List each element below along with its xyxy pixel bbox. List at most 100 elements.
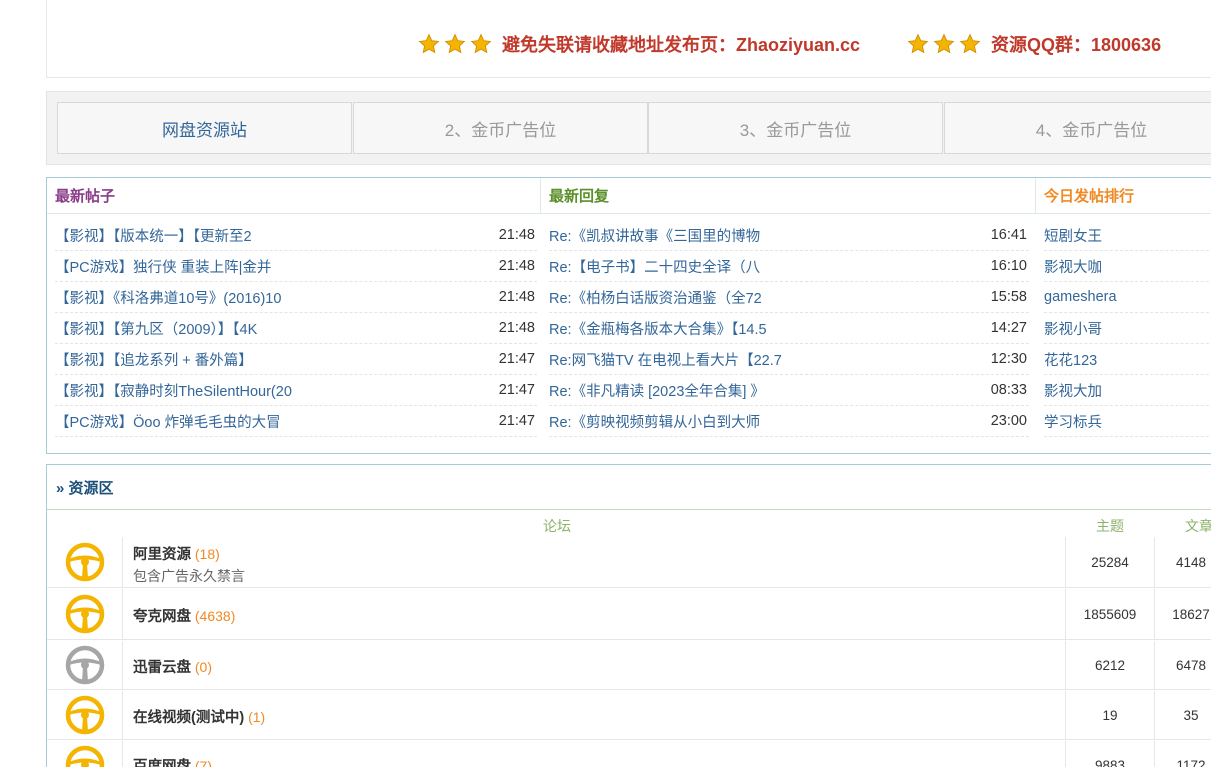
post-time: 21:47 <box>498 382 535 398</box>
reply-link[interactable]: Re:【电子书】二十四史全译（八 <box>549 256 760 277</box>
latest-panel: 最新帖子 最新回复 今日发帖排行 【影视】【版本统一】【更新至2 21:48 【P… <box>46 177 1211 454</box>
forum-threads: 1855609 <box>1065 589 1155 639</box>
post-time: 21:47 <box>498 351 535 367</box>
list-item: 影视大加 <box>1044 375 1211 406</box>
notice-bookmark: 避免失联请收藏地址发布页：Zhaoziyuan.cc <box>418 32 860 56</box>
forum-threads: 19 <box>1065 691 1155 739</box>
forum-name[interactable]: 阿里资源 <box>133 547 191 563</box>
list-item: 花花123 <box>1044 344 1211 375</box>
rank-user-link[interactable]: 影视小哥 <box>1044 318 1102 339</box>
list-item: Re:网飞猫TV 在电视上看大片【22.7 12:30 <box>549 344 1029 375</box>
forum-posts: 4148 <box>1175 554 1207 570</box>
reply-time: 23:00 <box>990 413 1027 429</box>
post-link[interactable]: 【影视】【版本统一】【更新至2 <box>55 225 252 246</box>
list-item: 学习标兵 <box>1044 406 1211 437</box>
post-time: 21:48 <box>498 320 535 336</box>
rank-user-link[interactable]: gameshera <box>1044 289 1117 305</box>
post-link[interactable]: 【PC游戏】Öoo 炸弹毛毛虫的大冒 <box>55 411 281 432</box>
forum-description: 包含广告永久禁言 <box>133 568 245 584</box>
post-time: 21:48 <box>498 227 535 243</box>
reply-link[interactable]: Re:《非凡精读 [2023全年合集] 》 <box>549 380 765 401</box>
forum-posts: 18627 <box>1172 606 1210 622</box>
reply-time: 08:33 <box>990 382 1027 398</box>
reply-link[interactable]: Re:《剪映视频剪辑从小白到大师 <box>549 411 760 432</box>
resource-zone: » 资源区 论坛 主题 文章 阿里资源 (18) 包含广告永久禁言 25284 … <box>46 464 1211 767</box>
forum-name[interactable]: 在线视频(测试中) <box>133 710 244 726</box>
forum-threads: 25284 <box>1065 537 1155 587</box>
steering-wheel-icon <box>65 594 104 634</box>
list-item: 【影视】【第九区（2009）】【4K 21:48 <box>55 313 537 344</box>
steering-wheel-icon <box>65 542 104 582</box>
post-time: 21:48 <box>498 258 535 274</box>
forum-table-header: 论坛 主题 文章 <box>47 511 1211 537</box>
forum-name[interactable]: 夸克网盘 <box>133 609 191 625</box>
steering-wheel-icon <box>65 645 104 685</box>
list-item: 【影视】《科洛弗道10号》(2016)10 21:48 <box>55 282 537 313</box>
forum-today-count: (1) <box>248 709 266 725</box>
list-item: Re:《非凡精读 [2023全年合集] 》 08:33 <box>549 375 1029 406</box>
notice-qq-text[interactable]: 资源QQ群：1800636 <box>991 31 1161 57</box>
rank-user-link[interactable]: 学习标兵 <box>1044 411 1102 432</box>
forum-today-count: (7) <box>194 758 213 767</box>
col-posts-label: 文章 <box>1185 518 1211 534</box>
reply-link[interactable]: Re:《金瓶梅各版本大合集》【14.5 <box>549 318 767 339</box>
reply-link[interactable]: Re:网飞猫TV 在电视上看大片【22.7 <box>549 349 782 370</box>
rank-user-link[interactable]: 花花123 <box>1044 349 1097 370</box>
ad-tab-4[interactable]: 4、金币广告位 <box>944 102 1211 154</box>
post-link[interactable]: 【影视】【追龙系列 + 番外篇】 <box>55 349 253 370</box>
reply-link[interactable]: Re:《凯叔讲故事《三国里的博物 <box>549 225 760 246</box>
forum-today-count: (4638) <box>194 608 236 624</box>
list-item: 【影视】【追龙系列 + 番外篇】 21:47 <box>55 344 537 375</box>
list-item: 影视小哥 <box>1044 313 1211 344</box>
post-link[interactable]: 【影视】【寂静时刻TheSilentHour(20 <box>55 380 292 401</box>
post-time: 21:47 <box>498 413 535 429</box>
post-link[interactable]: 【影视】【第九区（2009）】【4K <box>55 318 257 339</box>
forum-threads: 9883 <box>1065 741 1155 767</box>
zone-title[interactable]: » 资源区 <box>47 465 1211 510</box>
list-item: 影视大咖 <box>1044 251 1211 282</box>
ad-tab-2[interactable]: 2、金币广告位 <box>353 102 648 154</box>
forum-threads: 6212 <box>1065 641 1155 689</box>
ad-bar: 网盘资源站 2、金币广告位 3、金币广告位 4、金币广告位 <box>46 91 1211 165</box>
reply-link[interactable]: Re:《柏杨白话版资治通鉴（全72 <box>549 287 762 308</box>
star-icon <box>933 33 955 54</box>
forum-row: 百度网盘 (7) 9883 1172 <box>47 741 1211 767</box>
daily-rank-header: 今日发帖排行 <box>1036 178 1211 214</box>
forum-name[interactable]: 百度网盘 <box>133 759 191 767</box>
notice-bookmark-text[interactable]: 避免失联请收藏地址发布页：Zhaoziyuan.cc <box>502 31 860 57</box>
list-item: 【影视】【寂静时刻TheSilentHour(20 21:47 <box>55 375 537 406</box>
post-time: 21:48 <box>498 289 535 305</box>
ad-tab-1[interactable]: 网盘资源站 <box>57 102 352 154</box>
reply-time: 12:30 <box>990 351 1027 367</box>
col-threads-label: 主题 <box>1096 518 1124 534</box>
list-item: Re:《柏杨白话版资治通鉴（全72 15:58 <box>549 282 1029 313</box>
ad-tab-3[interactable]: 3、金币广告位 <box>648 102 943 154</box>
list-item: Re:《凯叔讲故事《三国里的博物 16:41 <box>549 220 1029 251</box>
latest-replies-list: Re:《凯叔讲故事《三国里的博物 16:41 Re:【电子书】二十四史全译（八 16… <box>549 220 1029 437</box>
forum-row: 在线视频(测试中) (1) 19 35 <box>47 691 1211 740</box>
forum-row: 迅雷云盘 (0) 6212 6478 <box>47 641 1211 690</box>
reply-time: 15:58 <box>990 289 1027 305</box>
post-link[interactable]: 【影视】《科洛弗道10号》(2016)10 <box>55 287 281 308</box>
star-icon <box>907 33 929 54</box>
forum-posts: 6478 <box>1175 657 1207 673</box>
latest-posts-header: 最新帖子 <box>47 178 541 214</box>
post-link[interactable]: 【PC游戏】独行侠 重装上阵|金并 <box>55 256 271 277</box>
rank-user-link[interactable]: 影视大咖 <box>1044 256 1102 277</box>
forum-name[interactable]: 迅雷云盘 <box>133 660 191 676</box>
list-item: 【PC游戏】Öoo 炸弹毛毛虫的大冒 21:47 <box>55 406 537 437</box>
col-forum-label: 论坛 <box>543 518 571 534</box>
list-item: Re:《金瓶梅各版本大合集》【14.5 14:27 <box>549 313 1029 344</box>
list-item: 【影视】【版本统一】【更新至2 21:48 <box>55 220 537 251</box>
rank-user-link[interactable]: 短剧女王 <box>1044 225 1102 246</box>
rank-user-link[interactable]: 影视大加 <box>1044 380 1102 401</box>
steering-wheel-icon <box>65 745 104 767</box>
steering-wheel-icon <box>65 695 104 735</box>
star-icon <box>418 33 440 54</box>
forum-today-count: (0) <box>194 659 213 675</box>
list-item: gameshera <box>1044 282 1211 313</box>
forum-posts: 1172 <box>1176 757 1206 767</box>
star-icon <box>470 33 492 54</box>
list-item: 【PC游戏】独行侠 重装上阵|金并 21:48 <box>55 251 537 282</box>
latest-replies-header: 最新回复 <box>541 178 1036 214</box>
